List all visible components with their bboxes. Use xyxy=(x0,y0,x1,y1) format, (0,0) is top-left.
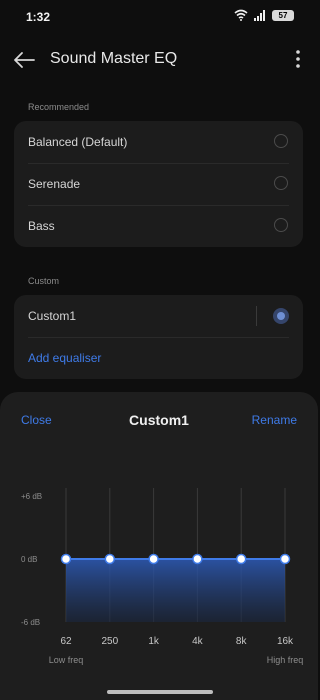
radio-button[interactable] xyxy=(274,218,288,232)
low-freq-label: Low freq xyxy=(49,655,84,665)
eq-band-handle[interactable] xyxy=(279,553,291,565)
preset-balanced[interactable]: Balanced (Default) xyxy=(14,121,303,163)
preset-bass[interactable]: Bass xyxy=(14,205,303,247)
preset-label: Serenade xyxy=(28,177,81,191)
divider xyxy=(256,306,257,326)
y-tick-label: +6 dB xyxy=(21,492,42,501)
preset-custom1[interactable]: Custom1 xyxy=(14,295,303,337)
status-bar: 1:32 57 xyxy=(0,0,318,34)
more-options-icon[interactable] xyxy=(294,48,302,70)
recommended-card: Balanced (Default) Serenade Bass xyxy=(14,121,303,247)
battery-icon: 57 xyxy=(272,9,294,21)
home-indicator[interactable] xyxy=(107,690,213,694)
x-tick-label: 8k xyxy=(236,636,248,647)
add-equaliser-label: Add equaliser xyxy=(28,351,102,365)
back-arrow-icon[interactable] xyxy=(12,50,36,70)
eq-band-handle[interactable] xyxy=(235,553,247,565)
radio-button[interactable] xyxy=(274,176,288,190)
x-tick-label: 4k xyxy=(192,636,204,647)
equaliser-chart: +6 dB 0 dB -6 dB 62 250 1k 4k 8k 16k Low freq H… xyxy=(21,488,304,665)
preset-label: Bass xyxy=(28,219,55,233)
preset-serenade[interactable]: Serenade xyxy=(14,163,303,205)
page-title: Sound Master EQ xyxy=(50,50,178,67)
preset-label: Balanced (Default) xyxy=(28,135,128,149)
eq-area-fill xyxy=(66,559,285,622)
equaliser-sheet: Close Custom1 Rename +6 dB 0 dB -6 dB 62 25… xyxy=(0,392,318,700)
eq-band-handle[interactable] xyxy=(192,553,203,565)
radio-button-selected[interactable] xyxy=(273,308,289,324)
x-tick-label: 16k xyxy=(277,636,294,647)
high-freq-label: High freq xyxy=(267,655,304,665)
status-time: 1:32 xyxy=(26,10,51,24)
y-tick-label: 0 dB xyxy=(21,555,37,564)
preset-label: Custom1 xyxy=(28,309,77,323)
eq-band-handle[interactable] xyxy=(148,553,159,565)
eq-band-handle[interactable] xyxy=(104,553,116,565)
app-bar: Sound Master EQ xyxy=(0,40,318,80)
radio-button[interactable] xyxy=(274,134,288,148)
custom-section-label: Custom xyxy=(28,276,60,286)
eq-band-handle[interactable] xyxy=(60,553,72,565)
wifi-icon xyxy=(234,9,248,21)
x-tick-label: 250 xyxy=(101,636,118,647)
y-tick-label: -6 dB xyxy=(21,618,40,627)
custom-card: Custom1 Add equaliser xyxy=(14,295,303,379)
add-equaliser-button[interactable]: Add equaliser xyxy=(14,337,303,379)
status-icons: 57 xyxy=(234,9,294,21)
signal-icon xyxy=(254,9,265,21)
x-tick-label: 62 xyxy=(60,636,72,647)
recommended-section-label: Recommended xyxy=(28,102,90,112)
x-tick-label: 1k xyxy=(148,636,160,647)
